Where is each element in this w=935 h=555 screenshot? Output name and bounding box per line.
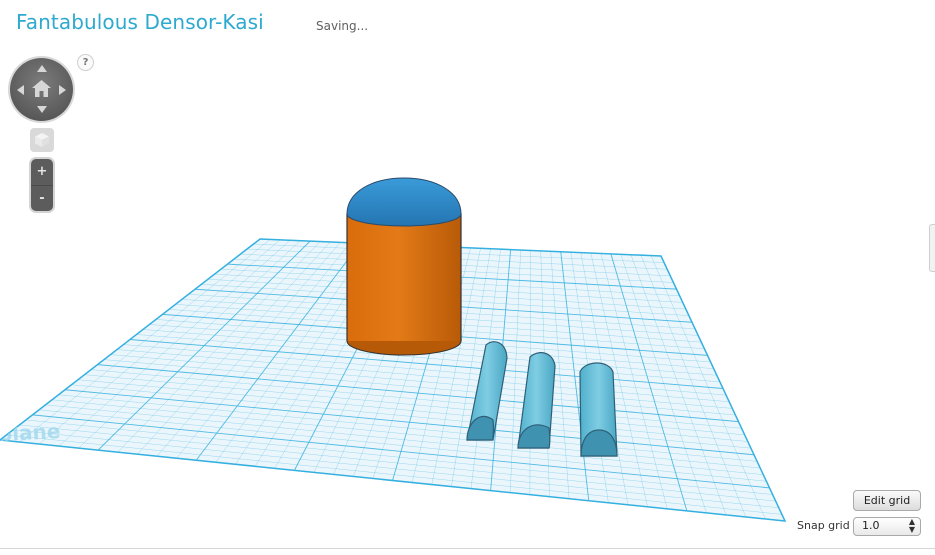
orbit-up-icon[interactable]	[37, 65, 47, 72]
snap-grid-select[interactable]: 1.0 ▲ ▼	[853, 517, 921, 536]
cube-icon	[35, 133, 49, 147]
bottom-divider	[0, 548, 935, 549]
help-button[interactable]: ?	[77, 54, 94, 71]
side-panel-tab[interactable]	[929, 224, 935, 272]
dome-cap[interactable]	[346, 177, 462, 227]
snap-grid-value: 1.0	[862, 519, 880, 532]
project-title[interactable]: Fantabulous Densor-Kasi	[16, 10, 264, 34]
orbit-left-icon[interactable]	[17, 85, 24, 95]
view-cube-button[interactable]	[30, 128, 54, 152]
zoom-out-button[interactable]: -	[31, 185, 53, 212]
zoom-in-button[interactable]: +	[31, 159, 53, 185]
save-status: Saving...	[316, 19, 369, 33]
orbit-navigation[interactable]	[10, 58, 73, 121]
zoom-control: + -	[31, 159, 53, 211]
cylinder-shape[interactable]	[346, 177, 462, 356]
select-arrows-icon: ▲ ▼	[908, 517, 915, 534]
half-cylinder-shape[interactable]	[579, 362, 618, 457]
orbit-down-icon[interactable]	[37, 106, 47, 113]
home-icon[interactable]	[32, 80, 51, 97]
edit-grid-button[interactable]: Edit grid	[853, 490, 921, 511]
scene-canvas[interactable]: Workplane	[0, 0, 935, 555]
snap-grid-label: Snap grid	[797, 519, 850, 532]
orbit-right-icon[interactable]	[59, 85, 66, 95]
